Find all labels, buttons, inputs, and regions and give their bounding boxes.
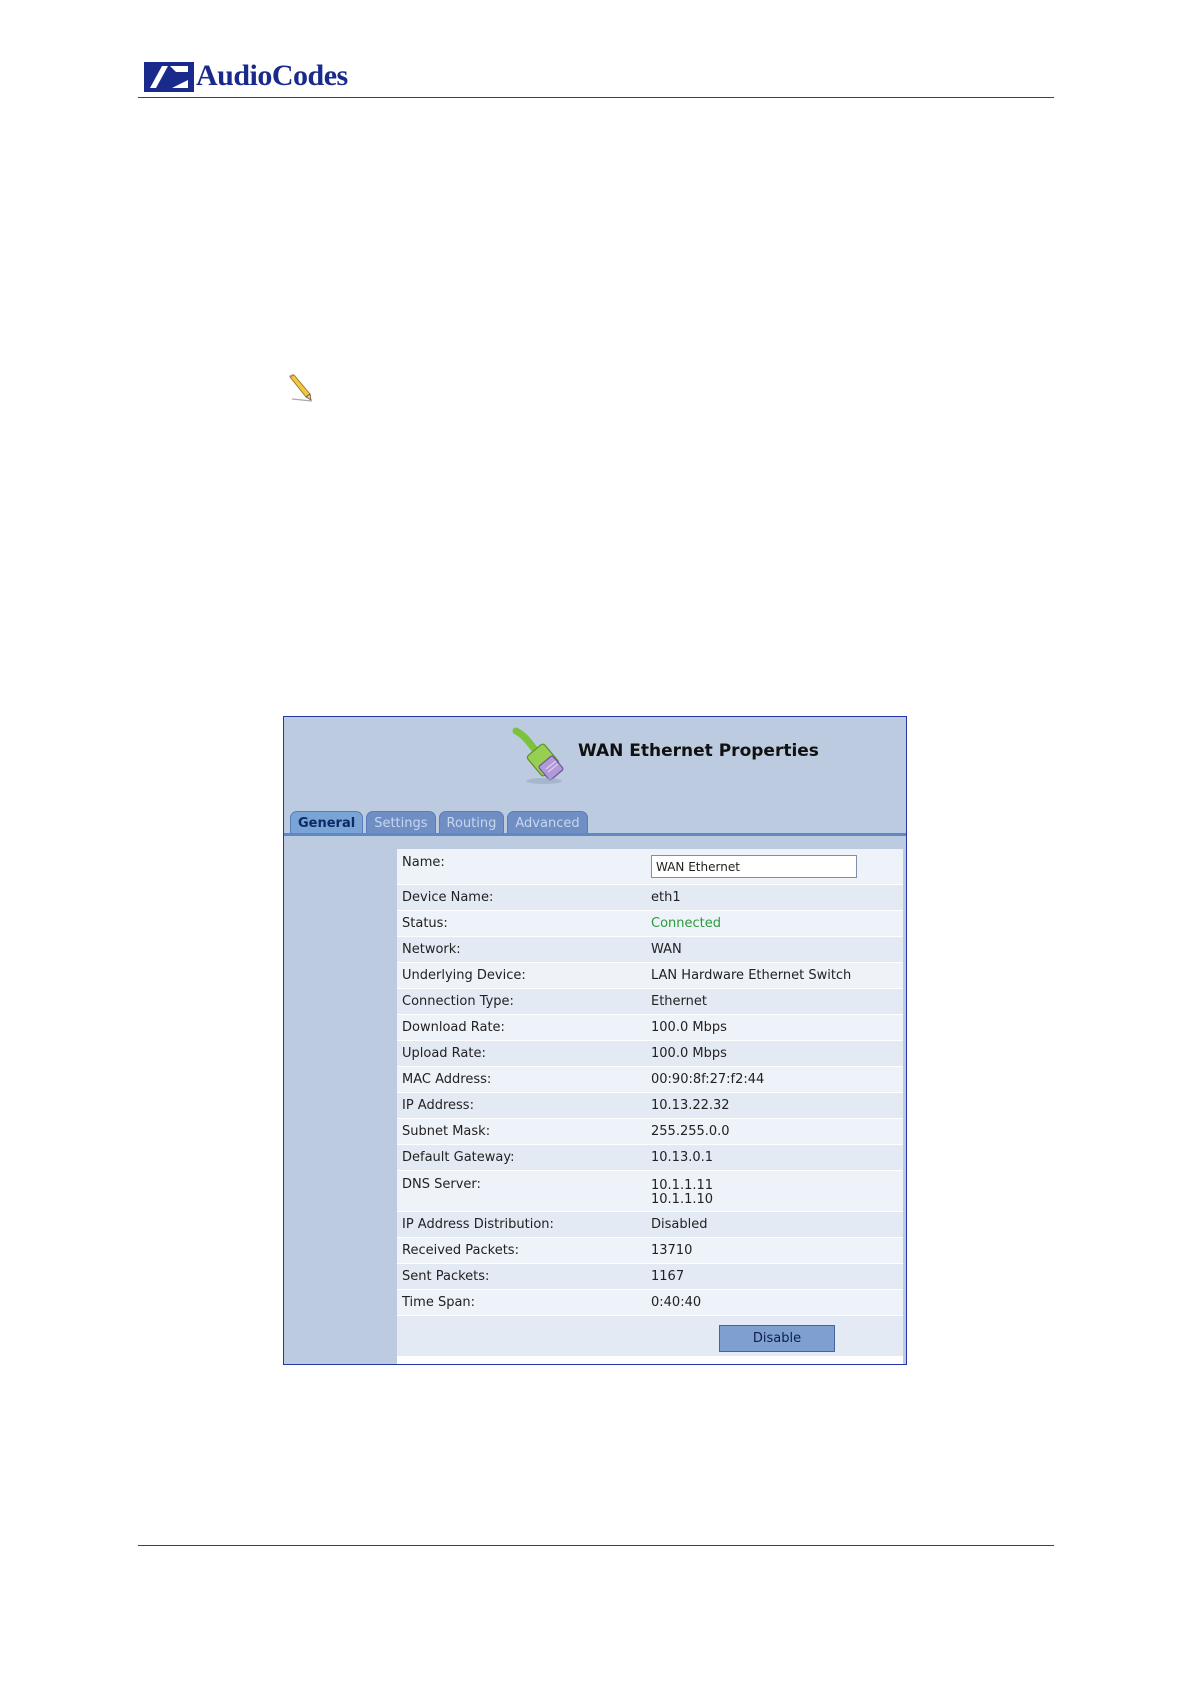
- audiocodes-logo: AudioCodes: [144, 56, 348, 96]
- footer-rule: [138, 1545, 1054, 1546]
- page-title: WAN Ethernet Properties: [578, 741, 819, 761]
- row-label: Name:: [402, 855, 445, 870]
- table-row: IP Address: 10.13.22.32: [397, 1093, 903, 1119]
- row-label: IP Address:: [402, 1098, 474, 1113]
- row-label: Sent Packets:: [402, 1269, 490, 1284]
- row-value: 00:90:8f:27:f2:44: [651, 1072, 765, 1087]
- row-label: DNS Server:: [402, 1177, 481, 1192]
- table-row: Device Name: eth1: [397, 885, 903, 911]
- row-label: Network:: [402, 942, 461, 957]
- table-row: Network: WAN: [397, 937, 903, 963]
- table-row: Subnet Mask: 255.255.0.0: [397, 1119, 903, 1145]
- row-value: 255.255.0.0: [651, 1124, 730, 1139]
- tab-settings[interactable]: Settings: [366, 811, 436, 833]
- name-input[interactable]: [651, 855, 857, 878]
- row-label: Received Packets:: [402, 1243, 519, 1258]
- row-label: Connection Type:: [402, 994, 514, 1009]
- table-row: MAC Address: 00:90:8f:27:f2:44: [397, 1067, 903, 1093]
- pencil-note-icon: [289, 374, 313, 402]
- row-label: MAC Address:: [402, 1072, 492, 1087]
- row-label: Default Gateway:: [402, 1150, 515, 1165]
- tab-routing[interactable]: Routing: [438, 811, 505, 833]
- tab-underline: [284, 833, 906, 836]
- table-row: IP Address Distribution: Disabled: [397, 1212, 903, 1238]
- header-rule: [138, 97, 1054, 98]
- table-row: Download Rate: 100.0 Mbps: [397, 1015, 903, 1041]
- dns-server-value: 10.1.1.11: [651, 1178, 714, 1193]
- table-row: Status: Connected: [397, 911, 903, 937]
- row-value: WAN: [651, 942, 682, 957]
- row-label: Status:: [402, 916, 448, 931]
- tab-bar: General Settings Routing Advanced: [290, 811, 588, 833]
- row-value: 10.13.0.1: [651, 1150, 714, 1165]
- row-value: 13710: [651, 1243, 693, 1258]
- table-row: Upload Rate: 100.0 Mbps: [397, 1041, 903, 1067]
- logo-text: AudioCodes: [196, 59, 348, 92]
- row-value: 0:40:40: [651, 1295, 702, 1310]
- row-value: 1167: [651, 1269, 685, 1284]
- row-value: Disabled: [651, 1217, 708, 1232]
- row-label: Upload Rate:: [402, 1046, 486, 1061]
- audiocodes-logo-mark-icon: [144, 62, 194, 92]
- row-label: Device Name:: [402, 890, 494, 905]
- row-value: LAN Hardware Ethernet Switch: [651, 968, 852, 983]
- row-label: Download Rate:: [402, 1020, 505, 1035]
- row-value: 10.13.22.32: [651, 1098, 730, 1113]
- table-row: Default Gateway: 10.13.0.1: [397, 1145, 903, 1171]
- table-row-name: Name:: [397, 849, 903, 885]
- table-row-dns: DNS Server: 10.1.1.11 10.1.1.10: [397, 1171, 903, 1212]
- properties-table: Name: Device Name: eth1 Status: Connecte…: [397, 849, 903, 1364]
- row-value: 100.0 Mbps: [651, 1020, 727, 1035]
- row-label: IP Address Distribution:: [402, 1217, 554, 1232]
- panel-header: WAN Ethernet Properties: [510, 725, 819, 787]
- row-label: Subnet Mask:: [402, 1124, 491, 1139]
- table-row: Underlying Device: LAN Hardware Ethernet…: [397, 963, 903, 989]
- tab-advanced[interactable]: Advanced: [507, 811, 588, 833]
- row-value: Ethernet: [651, 994, 707, 1009]
- tab-general[interactable]: General: [290, 811, 364, 833]
- table-row: Sent Packets: 1167: [397, 1264, 903, 1290]
- row-label: Time Span:: [402, 1295, 476, 1310]
- wan-ethernet-properties-panel: WAN Ethernet Properties General Settings…: [283, 716, 907, 1365]
- row-value: 100.0 Mbps: [651, 1046, 727, 1061]
- button-bar: Disable: [397, 1316, 903, 1356]
- dns-server-value: 10.1.1.10: [651, 1192, 714, 1207]
- table-row: Connection Type: Ethernet: [397, 989, 903, 1015]
- disable-button[interactable]: Disable: [719, 1325, 835, 1352]
- table-row: Time Span: 0:40:40: [397, 1290, 903, 1316]
- status-value: Connected: [651, 916, 722, 931]
- row-value: eth1: [651, 890, 681, 905]
- ethernet-cable-icon: [512, 727, 564, 784]
- row-label: Underlying Device:: [402, 968, 526, 983]
- table-row: Received Packets: 13710: [397, 1238, 903, 1264]
